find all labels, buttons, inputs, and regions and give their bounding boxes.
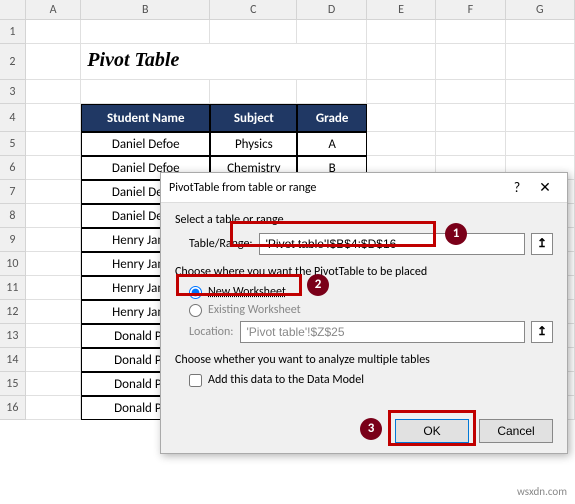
cell[interactable] (436, 104, 505, 132)
pivottable-dialog: PivotTable from table or range ? ✕ Selec… (160, 172, 568, 454)
row-4[interactable]: 4 (0, 104, 26, 132)
dialog-title: PivotTable from table or range (169, 181, 503, 195)
dialog-titlebar: PivotTable from table or range ? ✕ (161, 173, 567, 203)
existing-worksheet-label: Existing Worksheet (208, 303, 301, 317)
cell[interactable] (436, 80, 505, 104)
cell[interactable] (506, 104, 575, 132)
cell[interactable] (26, 20, 82, 44)
table-cell[interactable]: A (297, 132, 366, 156)
cell[interactable] (436, 20, 505, 44)
cell[interactable] (81, 20, 210, 44)
select-all-corner[interactable] (0, 0, 26, 19)
col-B[interactable]: B (81, 0, 210, 19)
cell[interactable] (26, 300, 82, 324)
close-button[interactable]: ✕ (531, 177, 559, 199)
location-label: Location: (189, 325, 234, 339)
row-11[interactable]: 11 (0, 276, 26, 300)
row-5[interactable]: 5 (0, 132, 26, 156)
row-14[interactable]: 14 (0, 348, 26, 372)
col-D[interactable]: D (297, 0, 366, 19)
cell[interactable] (81, 80, 210, 104)
row-1[interactable]: 1 (0, 20, 26, 44)
cell[interactable] (367, 104, 436, 132)
data-model-checkbox[interactable] (189, 374, 202, 387)
new-worksheet-radio[interactable] (189, 286, 202, 299)
cell[interactable] (436, 44, 505, 80)
location-input (240, 321, 525, 343)
cell[interactable] (26, 156, 82, 180)
col-C[interactable]: C (210, 0, 297, 19)
table-range-input[interactable] (259, 233, 525, 255)
section-label: Choose whether you want to analyze multi… (175, 353, 553, 367)
table-header[interactable]: Grade (297, 104, 366, 132)
cell[interactable] (506, 132, 575, 156)
col-A[interactable]: A (26, 0, 82, 19)
cell[interactable] (26, 372, 82, 396)
ok-button[interactable]: OK (395, 419, 469, 443)
col-G[interactable]: G (506, 0, 575, 19)
table-header[interactable]: Student Name (81, 104, 210, 132)
cell[interactable] (436, 132, 505, 156)
cell[interactable] (506, 80, 575, 104)
cell[interactable] (26, 204, 82, 228)
cell[interactable] (26, 180, 82, 204)
row-2[interactable]: 2 (0, 44, 26, 80)
collapse-range-icon[interactable]: ↥ (531, 321, 553, 343)
cell[interactable] (26, 80, 82, 104)
cell[interactable] (26, 132, 82, 156)
data-model-label: Add this data to the Data Model (208, 373, 364, 387)
collapse-range-icon[interactable]: ↥ (531, 233, 553, 255)
cell[interactable] (297, 80, 366, 104)
cell[interactable] (210, 20, 297, 44)
row-6[interactable]: 6 (0, 156, 26, 180)
row-3[interactable]: 3 (0, 80, 26, 104)
cell[interactable] (26, 44, 82, 80)
row-7[interactable]: 7 (0, 180, 26, 204)
cell[interactable] (367, 132, 436, 156)
row-15[interactable]: 15 (0, 372, 26, 396)
cell[interactable] (26, 276, 82, 300)
cell[interactable] (26, 252, 82, 276)
table-cell[interactable]: Daniel Defoe (81, 132, 210, 156)
cell[interactable] (506, 20, 575, 44)
table-cell[interactable]: Physics (210, 132, 297, 156)
column-headers: A B C D E F G (0, 0, 575, 20)
section-label: Choose where you want the PivotTable to … (175, 265, 553, 279)
cell[interactable] (26, 396, 82, 420)
cancel-button[interactable]: Cancel (479, 419, 553, 443)
row-8[interactable]: 8 (0, 204, 26, 228)
col-E[interactable]: E (367, 0, 436, 19)
row-16[interactable]: 16 (0, 396, 26, 420)
cell[interactable] (26, 104, 82, 132)
cell[interactable] (367, 80, 436, 104)
cell[interactable] (26, 228, 82, 252)
help-button[interactable]: ? (503, 177, 531, 199)
table-range-label: Table/Range: (189, 237, 253, 251)
cell[interactable] (26, 348, 82, 372)
watermark: wsxdn.com (517, 485, 567, 498)
row-9[interactable]: 9 (0, 228, 26, 252)
cell[interactable] (210, 80, 297, 104)
col-F[interactable]: F (436, 0, 505, 19)
row-12[interactable]: 12 (0, 300, 26, 324)
section-label: Select a table or range (175, 213, 553, 227)
cell[interactable] (506, 44, 575, 80)
cell[interactable] (26, 324, 82, 348)
cell[interactable] (297, 20, 366, 44)
cell[interactable] (367, 44, 436, 80)
new-worksheet-label: New Worksheet (208, 285, 286, 299)
row-13[interactable]: 13 (0, 324, 26, 348)
page-title[interactable]: Pivot Table (81, 44, 367, 80)
row-10[interactable]: 10 (0, 252, 26, 276)
existing-worksheet-radio[interactable] (189, 304, 202, 317)
table-header[interactable]: Subject (210, 104, 297, 132)
cell[interactable] (367, 20, 436, 44)
